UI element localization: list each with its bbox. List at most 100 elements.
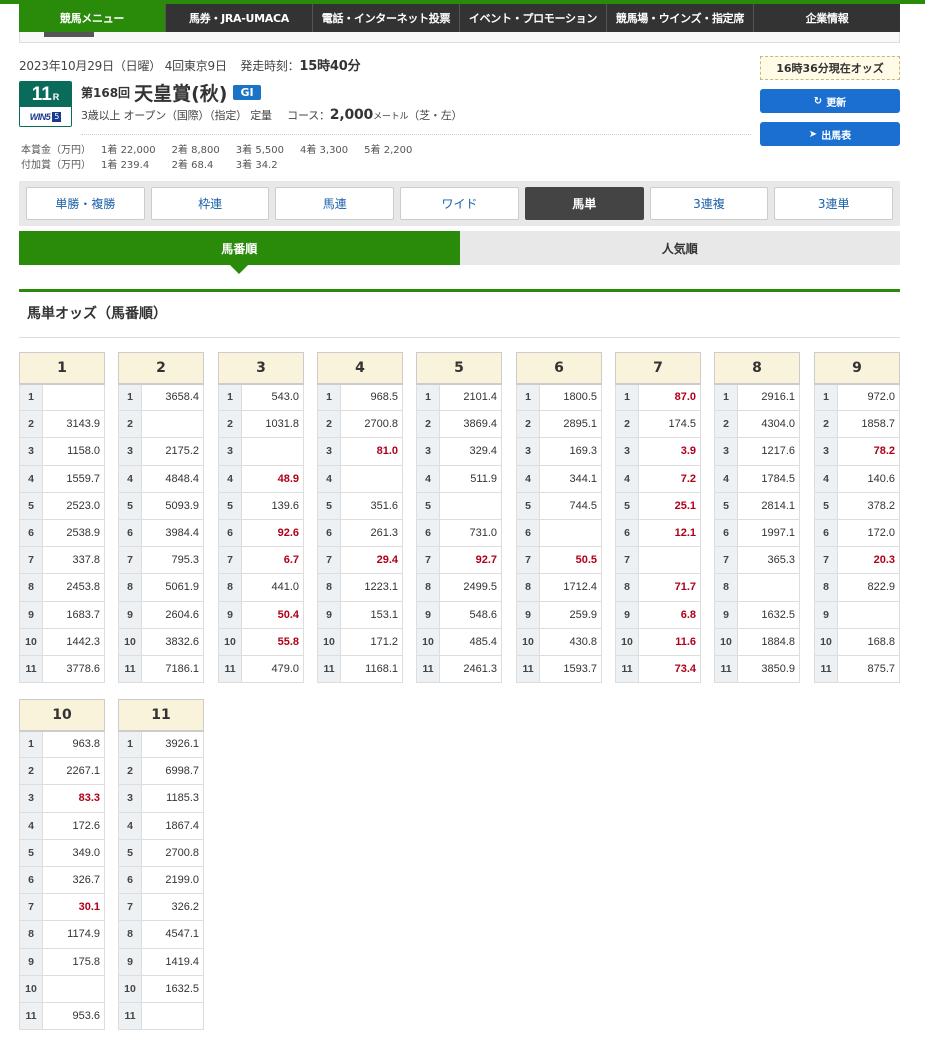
odds-value[interactable]: 2453.8 [42, 573, 105, 602]
odds-value[interactable]: 1632.5 [737, 600, 800, 629]
odds-value[interactable]: 1784.5 [737, 464, 800, 493]
odds-value[interactable]: 2895.1 [539, 410, 602, 439]
bet-tab-2[interactable]: 馬連 [275, 187, 395, 220]
odds-value[interactable]: 344.1 [539, 464, 602, 493]
odds-value[interactable]: 139.6 [241, 491, 304, 520]
odds-value[interactable]: 172.6 [42, 811, 105, 840]
odds-value[interactable]: 543.0 [241, 382, 304, 412]
odds-value[interactable]: 1712.4 [539, 573, 602, 602]
odds-value[interactable]: 2175.2 [141, 437, 204, 466]
odds-value[interactable]: 6998.7 [141, 757, 204, 786]
odds-value[interactable]: 25.1 [638, 491, 701, 520]
odds-value[interactable]: 511.9 [439, 464, 502, 493]
odds-value[interactable]: 1217.6 [737, 437, 800, 466]
odds-value[interactable]: 326.7 [42, 865, 105, 895]
odds-value[interactable]: 171.2 [340, 627, 403, 656]
odds-value[interactable]: 30.1 [42, 893, 105, 922]
odds-value[interactable]: 430.8 [539, 627, 602, 656]
bet-tab-4[interactable]: 馬単 [524, 187, 644, 220]
odds-value[interactable]: 3984.4 [141, 518, 204, 548]
odds-value[interactable]: 55.8 [241, 627, 304, 656]
odds-value[interactable]: 4304.0 [737, 410, 800, 439]
odds-value[interactable]: 744.5 [539, 491, 602, 520]
odds-value[interactable]: 1593.7 [539, 654, 602, 684]
odds-value[interactable]: 3143.9 [42, 410, 105, 439]
sort-tab-1[interactable]: 人気順 [459, 231, 900, 265]
odds-value[interactable]: 92.6 [241, 518, 304, 548]
odds-value[interactable]: 378.2 [837, 491, 900, 520]
odds-value[interactable]: 2700.8 [141, 838, 204, 867]
nav-item-1[interactable]: 馬券・JRA-UMACA [166, 4, 313, 32]
odds-value[interactable]: 50.4 [241, 600, 304, 629]
odds-value[interactable]: 174.5 [638, 410, 701, 439]
odds-value[interactable]: 1419.4 [141, 947, 204, 976]
bet-tab-0[interactable]: 単勝・複勝 [26, 187, 145, 220]
odds-value[interactable]: 875.7 [837, 654, 900, 684]
odds-value[interactable]: 2499.5 [439, 573, 502, 602]
odds-value[interactable]: 172.0 [837, 518, 900, 548]
odds-value[interactable]: 7186.1 [141, 654, 204, 684]
odds-value[interactable]: 2916.1 [737, 382, 800, 412]
odds-value[interactable]: 1185.3 [141, 784, 204, 813]
odds-value[interactable]: 29.4 [340, 546, 403, 575]
odds-value[interactable]: 3.9 [638, 437, 701, 466]
odds-value[interactable]: 963.8 [42, 729, 105, 759]
odds-value[interactable]: 1168.1 [340, 654, 403, 684]
odds-value[interactable]: 7.2 [638, 464, 701, 493]
odds-value[interactable]: 548.6 [439, 600, 502, 629]
odds-value[interactable]: 6.8 [638, 600, 701, 629]
odds-value[interactable]: 81.0 [340, 437, 403, 466]
odds-value[interactable]: 1683.7 [42, 600, 105, 629]
odds-value[interactable]: 2267.1 [42, 757, 105, 786]
odds-value[interactable]: 5093.9 [141, 491, 204, 520]
odds-value[interactable]: 485.4 [439, 627, 502, 656]
odds-value[interactable]: 479.0 [241, 654, 304, 684]
odds-value[interactable]: 12.1 [638, 518, 701, 548]
odds-value[interactable]: 3850.9 [737, 654, 800, 684]
odds-value[interactable]: 48.9 [241, 464, 304, 493]
odds-value[interactable]: 3778.6 [42, 654, 105, 684]
bet-tab-6[interactable]: 3連単 [774, 187, 894, 220]
odds-value[interactable]: 4848.4 [141, 464, 204, 493]
odds-value[interactable]: 3926.1 [141, 729, 204, 759]
odds-value[interactable]: 1158.0 [42, 437, 105, 466]
odds-value[interactable]: 1858.7 [837, 410, 900, 439]
odds-value[interactable]: 1559.7 [42, 464, 105, 493]
odds-value[interactable]: 2700.8 [340, 410, 403, 439]
nav-item-5[interactable]: 企業情報 [754, 4, 900, 32]
odds-value[interactable]: 1997.1 [737, 518, 800, 548]
odds-value[interactable]: 3869.4 [439, 410, 502, 439]
odds-value[interactable]: 1442.3 [42, 627, 105, 656]
odds-value[interactable]: 259.9 [539, 600, 602, 629]
odds-value[interactable]: 326.2 [141, 893, 204, 922]
odds-value[interactable]: 1884.8 [737, 627, 800, 656]
odds-value[interactable]: 1223.1 [340, 573, 403, 602]
odds-value[interactable]: 83.3 [42, 784, 105, 813]
odds-value[interactable]: 731.0 [439, 518, 502, 548]
odds-value[interactable]: 3658.4 [141, 382, 204, 412]
entries-button[interactable]: ➤ 出馬表 [760, 122, 900, 146]
odds-value[interactable]: 140.6 [837, 464, 900, 493]
odds-value[interactable]: 20.3 [837, 546, 900, 575]
odds-value[interactable]: 4547.1 [141, 920, 204, 949]
odds-value[interactable]: 337.8 [42, 546, 105, 575]
odds-value[interactable]: 78.2 [837, 437, 900, 466]
odds-value[interactable]: 5061.9 [141, 573, 204, 602]
odds-value[interactable]: 1174.9 [42, 920, 105, 949]
refresh-button[interactable]: ↻ 更新 [760, 89, 900, 113]
odds-value[interactable]: 441.0 [241, 573, 304, 602]
nav-item-2[interactable]: 電話・インターネット投票 [313, 4, 460, 32]
nav-item-0[interactable]: 競馬メニュー [19, 4, 166, 32]
odds-value[interactable]: 175.8 [42, 947, 105, 976]
odds-value[interactable]: 261.3 [340, 518, 403, 548]
odds-value[interactable]: 351.6 [340, 491, 403, 520]
odds-value[interactable]: 2523.0 [42, 491, 105, 520]
odds-value[interactable]: 87.0 [638, 382, 701, 412]
odds-value[interactable]: 1031.8 [241, 410, 304, 439]
odds-value[interactable]: 169.3 [539, 437, 602, 466]
odds-value[interactable]: 1867.4 [141, 811, 204, 840]
bet-tab-3[interactable]: ワイド [400, 187, 519, 220]
odds-value[interactable]: 2461.3 [439, 654, 502, 684]
odds-value[interactable]: 3832.6 [141, 627, 204, 656]
nav-item-3[interactable]: イベント・プロモーション [460, 4, 607, 32]
